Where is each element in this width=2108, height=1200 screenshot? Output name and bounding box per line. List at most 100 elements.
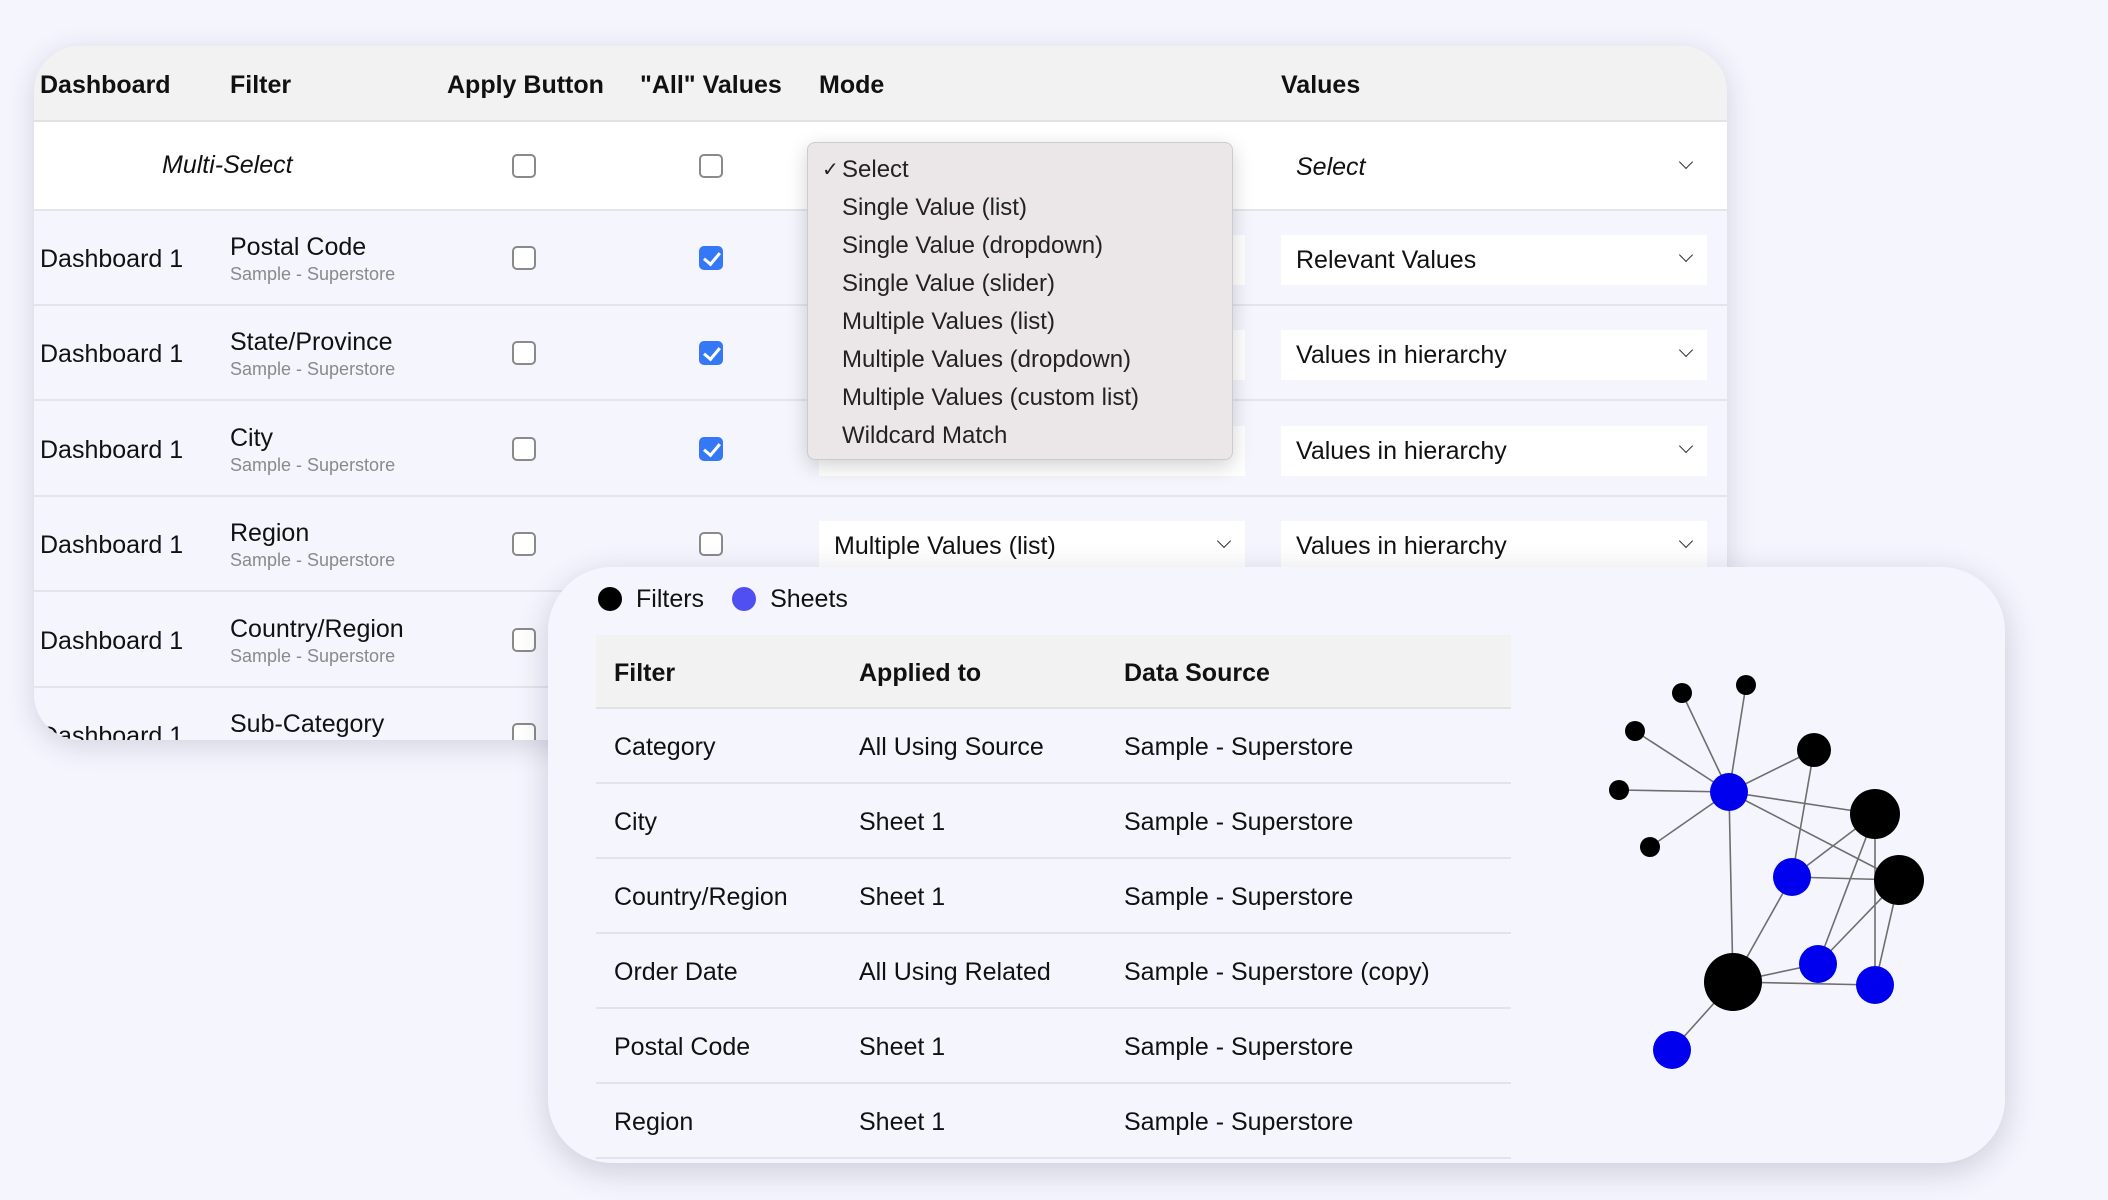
filter-node[interactable] [1736, 675, 1756, 695]
values-select[interactable]: Values in hierarchy [1281, 426, 1707, 476]
filter-node[interactable] [1625, 721, 1645, 741]
apply-button-checkbox[interactable] [512, 246, 536, 270]
header-filter: Filter [230, 71, 292, 99]
table-row: City Sheet 1 Sample - Superstore [596, 784, 1511, 859]
mode-option[interactable]: Single Value (dropdown) [808, 227, 1232, 265]
filter-node[interactable] [1850, 789, 1900, 839]
filter-data-source: Sample - Superstore [230, 264, 396, 284]
sheet-node[interactable] [1653, 1031, 1691, 1069]
graph-edge [1874, 879, 1900, 986]
mode-option-label: Single Value (slider) [842, 270, 1055, 297]
mode-option[interactable]: Wildcard Match [808, 417, 1232, 455]
values-value: Values in hierarchy [1296, 437, 1507, 465]
chevron-down-icon [1678, 438, 1694, 454]
filter-name: City [614, 808, 658, 836]
all-values-checkbox[interactable] [699, 532, 723, 556]
graph-edge [1791, 813, 1876, 878]
checkmark-icon: ✓ [822, 159, 839, 181]
sheet-node[interactable] [1710, 773, 1748, 811]
filter-data-source: Sample - Superstore [230, 550, 396, 570]
filter-name: Region [614, 1108, 694, 1136]
dashboard-name: Dashboard 1 [40, 627, 184, 655]
multi-apply-button-checkbox[interactable] [512, 154, 536, 178]
graph-edge [1728, 749, 1815, 793]
filter-graph-panel: Filters Sheets Filter Applied to Data So… [548, 567, 2005, 1163]
table-row: Country/Region Sheet 1 Sample - Superstore [596, 859, 1511, 934]
legend-label: Sheets [770, 584, 848, 613]
filter-name: Region [230, 519, 310, 547]
mode-select[interactable]: Multiple Values (list) [819, 521, 1245, 571]
all-values-checkbox[interactable] [699, 341, 723, 365]
mode-option[interactable]: Multiple Values (list) [808, 303, 1232, 341]
chevron-down-icon [1678, 247, 1694, 263]
header-mode: Mode [819, 71, 885, 99]
header-applied-to: Applied to [859, 659, 982, 687]
filter-data-source: Sample - Superstore [230, 359, 396, 379]
graph-edge [1671, 981, 1734, 1051]
all-values-checkbox[interactable] [699, 437, 723, 461]
all-values-checkbox[interactable] [699, 246, 723, 270]
filter-node[interactable] [1704, 953, 1762, 1011]
filter-node[interactable] [1609, 780, 1629, 800]
mode-option-label: Single Value (dropdown) [842, 232, 1104, 259]
filter-name: Country/Region [614, 883, 788, 911]
multi-all-values-checkbox[interactable] [699, 154, 723, 178]
apply-button-checkbox[interactable] [512, 437, 536, 461]
mode-option-label: Select [842, 156, 909, 183]
values-select[interactable]: Values in hierarchy [1281, 330, 1707, 380]
filter-cell: Region Sample - Superstore [230, 519, 395, 571]
data-source: Sample - Superstore [1124, 733, 1354, 761]
sheet-node[interactable] [1773, 858, 1811, 896]
filter-node[interactable] [1640, 837, 1660, 857]
filter-node[interactable] [1797, 733, 1831, 767]
graph-edge [1681, 692, 1730, 793]
graph-edge [1728, 791, 1876, 815]
multi-values-select[interactable]: Select [1281, 142, 1707, 192]
table-row: Region Sheet 1 Sample - Superstore [596, 1084, 1511, 1159]
mode-option[interactable]: Multiple Values (dropdown) [808, 341, 1232, 379]
filter-name: Country/Region [230, 615, 404, 643]
legend-item-filters: Filters [598, 585, 704, 614]
graph-edge [1618, 789, 1730, 793]
applied-to: Sheet 1 [859, 883, 946, 911]
mode-option[interactable]: Single Value (slider) [808, 265, 1232, 303]
graph-edge [1817, 879, 1900, 965]
apply-button-checkbox[interactable] [512, 341, 536, 365]
header-dashboard: Dashboard [40, 71, 171, 99]
sheet-node[interactable] [1799, 945, 1837, 983]
dashboard-name: Dashboard 1 [40, 531, 184, 559]
dashboard-name: Dashboard 1 [40, 436, 184, 464]
values-value: Values in hierarchy [1296, 532, 1507, 560]
filter-data-source: Sample - Superstore [230, 455, 396, 475]
filter-node[interactable] [1874, 855, 1924, 905]
apply-button-checkbox[interactable] [512, 628, 536, 652]
values-select[interactable]: Values in hierarchy [1281, 521, 1707, 571]
applied-to: All Using Source [859, 733, 1044, 761]
mode-option-label: Multiple Values (list) [842, 308, 1055, 335]
mode-value: Multiple Values (list) [834, 532, 1056, 560]
filter-cell: Sub-Category [230, 710, 384, 739]
values-value: Relevant Values [1296, 246, 1477, 274]
values-select[interactable]: Relevant Values [1281, 235, 1707, 285]
applied-to: All Using Related [859, 958, 1051, 986]
dashboard-name: Dashboard 1 [40, 245, 184, 273]
sheet-node[interactable] [1856, 966, 1894, 1004]
table-header: Filter Applied to Data Source [596, 635, 1511, 709]
multi-values-value: Select [1296, 153, 1366, 181]
header-all-values: "All" Values [640, 71, 782, 99]
filter-cell: Postal Code Sample - Superstore [230, 233, 395, 285]
mode-option[interactable]: Multiple Values (custom list) [808, 379, 1232, 417]
filter-name: Postal Code [614, 1033, 751, 1061]
mode-option[interactable]: ✓ Select [808, 151, 1232, 189]
apply-button-checkbox[interactable] [512, 532, 536, 556]
filter-data-source: Sample - Superstore [230, 646, 396, 666]
legend-item-sheets: Sheets [732, 585, 848, 614]
legend-label: Filters [636, 584, 705, 613]
apply-button-checkbox[interactable] [512, 723, 536, 740]
header-apply-button: Apply Button [447, 71, 604, 99]
header-filter: Filter [614, 659, 676, 687]
graph-edge [1791, 749, 1815, 878]
mode-option[interactable]: Single Value (list) [808, 189, 1232, 227]
filter-node[interactable] [1672, 683, 1692, 703]
chevron-down-icon [1216, 533, 1232, 549]
